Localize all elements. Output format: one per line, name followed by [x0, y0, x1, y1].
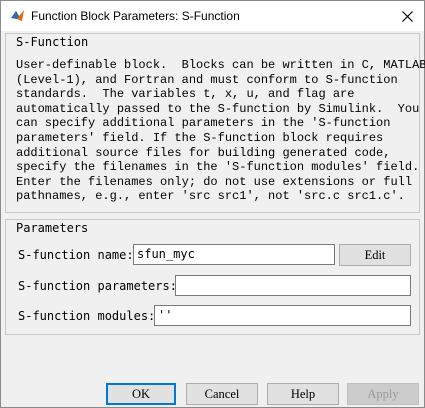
title-bar[interactable]: Function Block Parameters: S-Function: [1, 1, 424, 31]
sfunction-name-field[interactable]: sfun_myc: [133, 244, 335, 265]
apply-button[interactable]: Apply: [347, 383, 419, 405]
help-button[interactable]: Help: [267, 383, 339, 405]
sfunction-description: User-definable block. Blocks can be writ…: [16, 58, 425, 204]
sfunction-group-legend: S-Function: [14, 35, 91, 49]
matlab-app-icon: [11, 10, 24, 21]
edit-button[interactable]: Edit: [339, 244, 411, 266]
parameters-group-legend: Parameters: [14, 221, 91, 235]
ok-button[interactable]: OK: [106, 383, 176, 405]
sfunction-modules-field[interactable]: '': [154, 305, 411, 326]
dialog-window: Function Block Parameters: S-Function S-…: [0, 0, 425, 408]
sfunction-parameters-label: S-function parameters:: [18, 279, 177, 293]
close-button[interactable]: [390, 1, 424, 31]
close-icon: [401, 10, 413, 22]
window-title: Function Block Parameters: S-Function: [31, 9, 240, 23]
sfunction-parameters-field[interactable]: [175, 275, 411, 296]
parameters-group: Parameters S-function name: sfun_myc Edi…: [5, 219, 420, 335]
sfunction-group: S-Function User-definable block. Blocks …: [5, 33, 425, 213]
sfunction-modules-label: S-function modules:: [18, 309, 156, 323]
cancel-button[interactable]: Cancel: [186, 383, 258, 405]
sfunction-name-label: S-function name:: [18, 248, 134, 262]
